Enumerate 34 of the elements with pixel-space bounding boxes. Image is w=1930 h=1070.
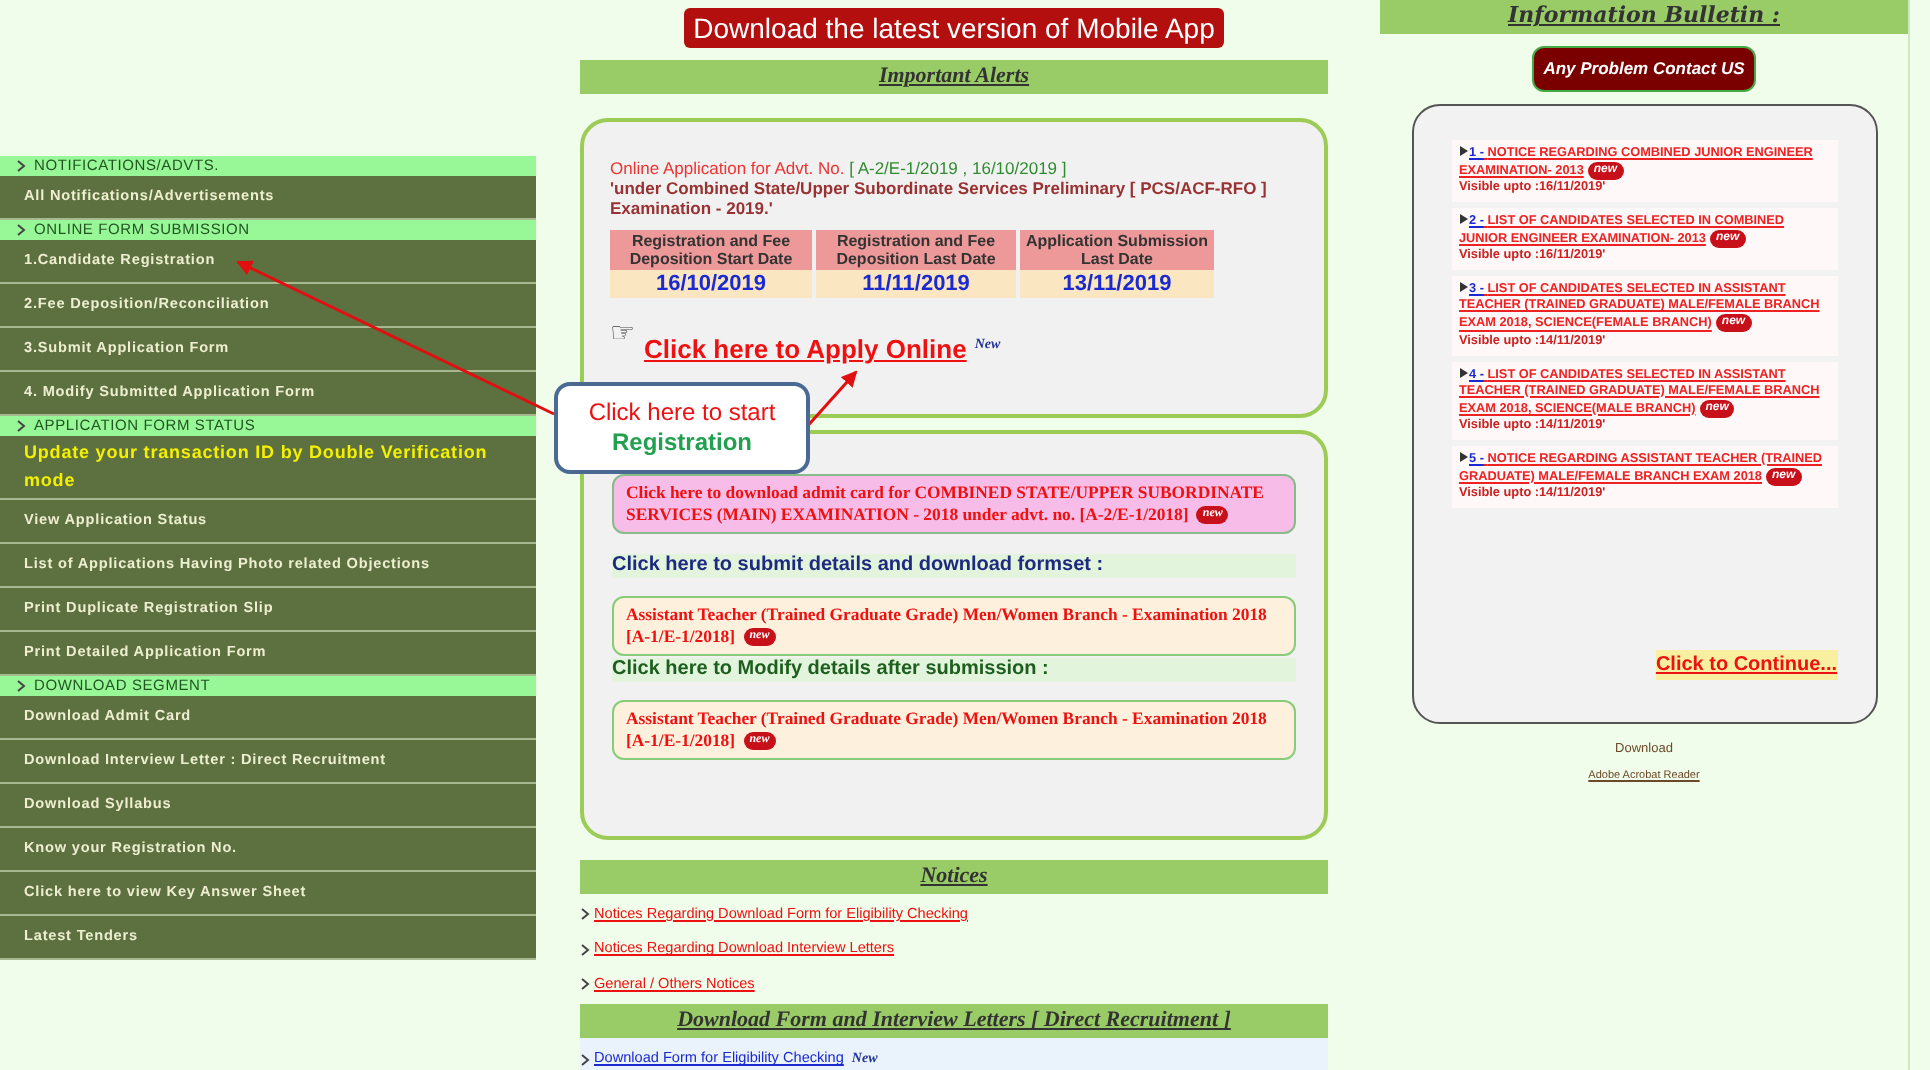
table-cell: 16/10/2019 <box>610 270 812 298</box>
sidebar-item[interactable]: Update your transaction ID by Double Verification mode <box>0 436 536 500</box>
chevron-icon <box>580 1053 592 1066</box>
triangle-icon <box>1459 282 1467 293</box>
table-header: Registration and Fee Deposition Start Date <box>610 230 812 270</box>
triangle-icon <box>1459 367 1467 378</box>
contact-button[interactable]: Any Problem Contact US <box>1532 46 1756 92</box>
triangle-icon <box>1459 146 1467 156</box>
chevron-icon <box>580 908 592 921</box>
callout-text: Click here to start <box>588 398 776 428</box>
section-heading: Click here to Modify details after submission : <box>612 657 1296 682</box>
chevron-icon <box>16 420 28 432</box>
chevron-icon <box>580 943 592 956</box>
chevron-icon <box>16 680 28 692</box>
section-header: Important Alerts <box>580 60 1328 94</box>
mobile-app-button[interactable]: Download the latest version of Mobile App <box>683 8 1225 48</box>
section-header: Notices <box>580 859 1328 894</box>
continue-link[interactable]: Click to Continue... <box>1655 650 1837 680</box>
table-header: Application Submission Last Date <box>1020 230 1214 270</box>
chevron-icon <box>16 224 28 236</box>
table-cell: 13/11/2019 <box>1020 270 1214 298</box>
section-heading: Click here to submit details and download formset : <box>612 553 1296 578</box>
section-header: Download Form and Interview Letters [ Direct Recruitment ] <box>580 1004 1328 1039</box>
pointing-hand-icon: ☞ <box>610 318 636 346</box>
table-cell: 11/11/2019 <box>816 270 1016 298</box>
advt-text: Online Application for Advt. No. [ A-2/E-1/2019 , 16/10/2019 ] 'under Combined State/Upper Subordinate Services Preliminary [ PCS/ACF-RFO ] Examination - 2019.' <box>610 158 1269 218</box>
triangle-icon <box>1459 451 1467 462</box>
triangle-icon <box>1459 214 1467 225</box>
callout-title: Registration <box>611 428 752 458</box>
apply-online-link[interactable]: Click here to Apply Online <box>644 330 967 369</box>
chevron-icon <box>16 160 28 172</box>
chevron-icon <box>580 978 592 991</box>
table-header: Registration and Fee Deposition Last Date <box>816 230 1016 270</box>
section-header: Information Bulletin : <box>1380 0 1908 34</box>
